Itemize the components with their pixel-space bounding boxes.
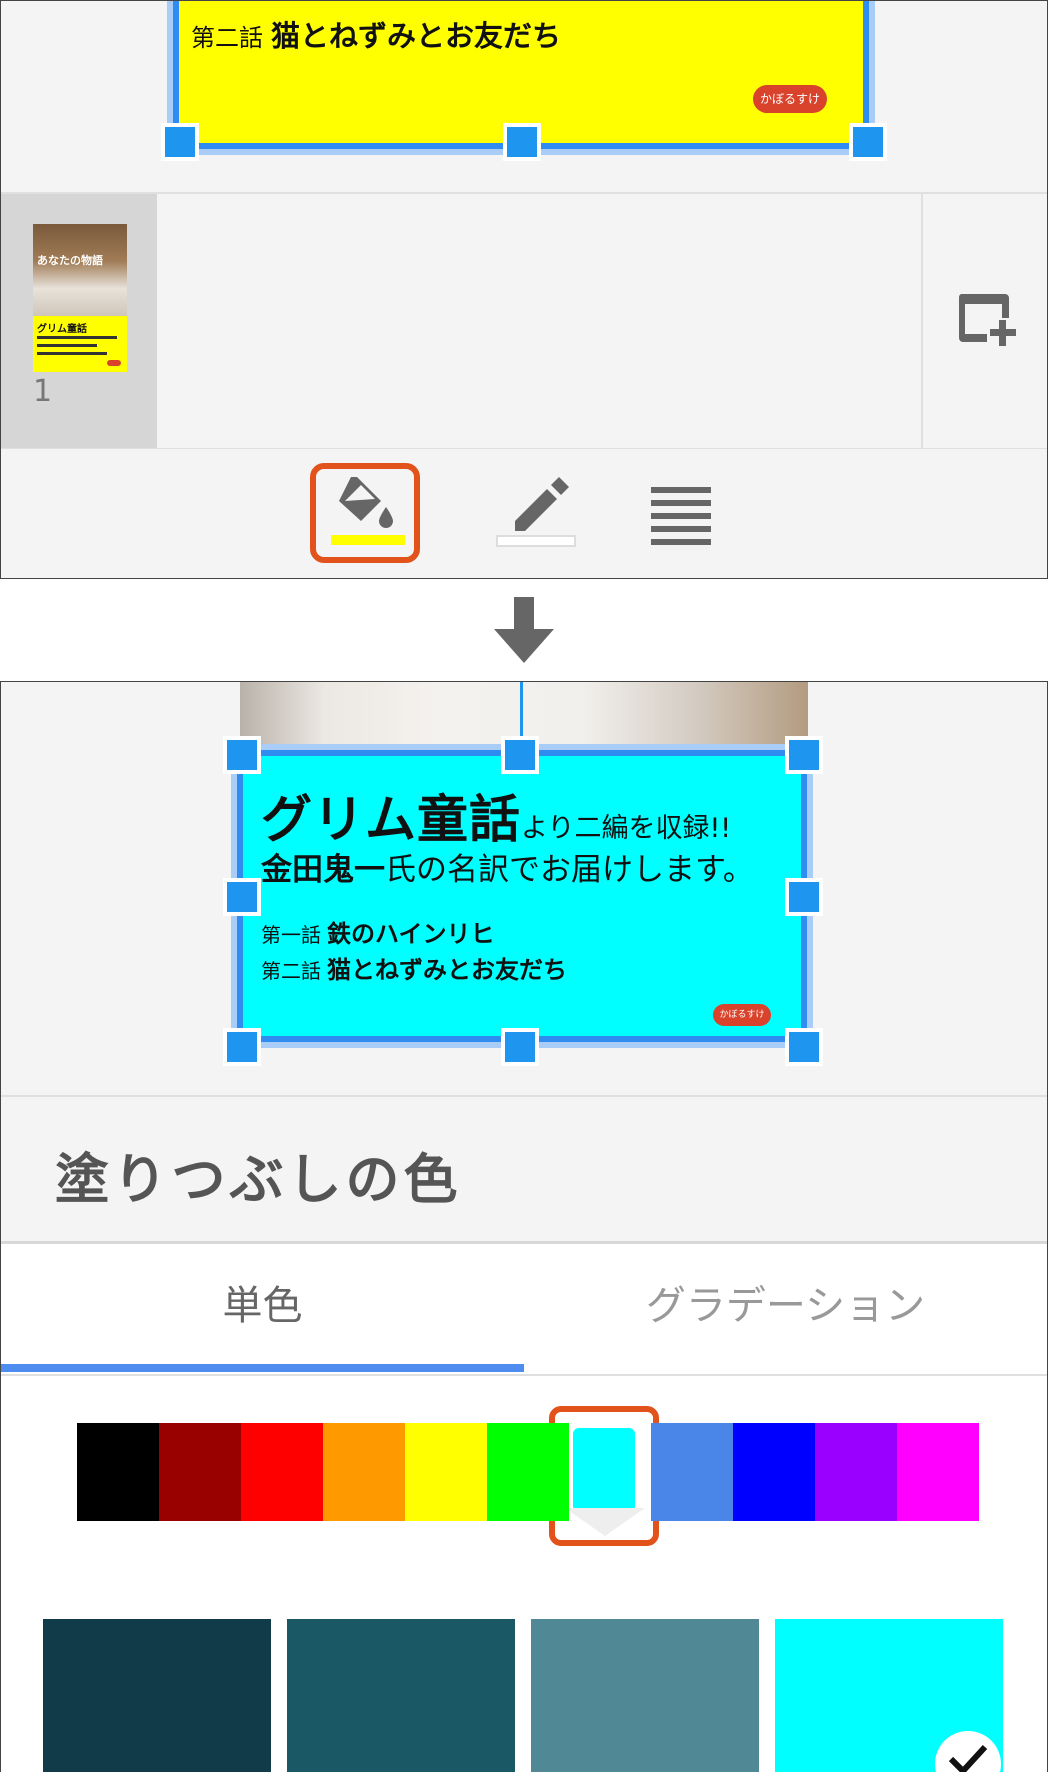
color-shades <box>41 1617 1009 1772</box>
format-toolbar <box>1 449 1047 578</box>
story-title: 鉄のハインリヒ <box>327 920 495 948</box>
slide-thumbnail-column[interactable]: あなたの物語 グリム童話 1 <box>1 194 157 448</box>
color-swatch[interactable] <box>241 1423 323 1521</box>
fill-panel-title: 塗りつぶしの色 <box>55 1148 462 1211</box>
checkmark-icon <box>935 1731 1001 1772</box>
line-color-indicator <box>496 535 576 547</box>
resize-handle-bottom-right[interactable] <box>785 1028 823 1066</box>
resize-handle-top-left[interactable] <box>223 736 261 774</box>
translator-name: 金田鬼一 <box>261 852 385 888</box>
thumbnail-badge <box>107 360 121 366</box>
slide-canvas: 第一話 第二話猫とねずみとお友だち かぼるすけ <box>1 1 1047 194</box>
thumbnail-title: あなたの物語 <box>37 254 103 267</box>
shade-swatch[interactable] <box>285 1617 517 1772</box>
publisher-badge: かぼるすけ <box>713 1004 771 1026</box>
active-tab-indicator <box>1 1364 524 1372</box>
slide-thumbnail[interactable]: あなたの物語 グリム童話 <box>33 224 127 372</box>
arrow-down-icon <box>494 597 554 663</box>
resize-handle-bottom-left[interactable] <box>161 123 199 161</box>
top-screenshot-panel: 第一話 第二話猫とねずみとお友だち かぼるすけ あなたの物語 グリム童話 1 <box>0 0 1048 579</box>
slide-strip: あなたの物語 グリム童話 1 <box>1 194 1047 450</box>
translator-text: 氏の名訳でお届けします。 <box>385 852 754 888</box>
resize-handle-middle-left[interactable] <box>223 878 261 916</box>
thumbnail-photo <box>33 224 127 316</box>
color-swatch[interactable] <box>405 1423 487 1521</box>
color-swatch[interactable] <box>815 1423 897 1521</box>
selected-text-box[interactable]: グリム童話より二編を収録!! 金田鬼一氏の名訳でお届けします。 第一話 鉄のハイン… <box>237 750 807 1042</box>
translator-line: 金田鬼一氏の名訳でお届けします。 <box>261 844 754 889</box>
tab-solid[interactable]: 単色 <box>1 1244 524 1372</box>
line-color-button[interactable] <box>491 465 593 565</box>
shade-swatch[interactable] <box>41 1617 273 1772</box>
publisher-badge: かぼるすけ <box>753 85 827 113</box>
color-swatch[interactable] <box>569 1423 651 1521</box>
resize-handle-top-right[interactable] <box>785 736 823 774</box>
color-palette <box>77 1423 979 1521</box>
fill-type-tabs: 単色 グラデーション <box>1 1244 1047 1376</box>
add-slide-button[interactable] <box>921 194 1047 448</box>
color-swatch[interactable] <box>159 1423 241 1521</box>
headline-suffix: より二編を収録!! <box>521 813 732 844</box>
color-swatch[interactable] <box>651 1423 733 1521</box>
story-number: 第一話 <box>261 923 321 947</box>
thumbnail-subtitle: グリム童話 <box>37 324 87 335</box>
bottom-screenshot-panel: グリム童話より二編を収録!! 金田鬼一氏の名訳でお届けします。 第一話 鉄のハイン… <box>0 681 1048 1772</box>
slide-number: 1 <box>33 374 53 409</box>
color-swatch[interactable] <box>733 1423 815 1521</box>
color-swatch[interactable] <box>897 1423 979 1521</box>
add-slide-icon <box>958 294 1016 346</box>
resize-handle-middle-right[interactable] <box>785 878 823 916</box>
slide-canvas: グリム童話より二編を収録!! 金田鬼一氏の名訳でお届けします。 第一話 鉄のハイン… <box>1 682 1047 1097</box>
fill-panel-header: 塗りつぶしの色 <box>1 1097 1047 1244</box>
story-line-1: 第一話 鉄のハインリヒ <box>261 914 495 949</box>
resize-handle-bottom-left[interactable] <box>223 1028 261 1066</box>
pencil-icon <box>515 477 569 531</box>
text-format-button[interactable] <box>641 465 743 565</box>
headline-main: グリム童話 <box>261 791 522 850</box>
resize-handle-bottom-center[interactable] <box>501 1028 539 1066</box>
story-line-2: 第二話 猫とねずみとお友だち <box>261 950 567 985</box>
shade-swatch[interactable] <box>529 1617 761 1772</box>
story-line-2: 第二話 猫とねずみとお友だち <box>191 13 561 55</box>
resize-handle-bottom-right[interactable] <box>849 123 887 161</box>
shade-swatch[interactable] <box>773 1617 1005 1772</box>
color-swatch[interactable] <box>487 1423 569 1521</box>
color-swatch[interactable] <box>323 1423 405 1521</box>
tab-gradient[interactable]: グラデーション <box>524 1244 1047 1372</box>
resize-handle-bottom-center[interactable] <box>503 123 541 161</box>
resize-handle-top-center[interactable] <box>501 736 539 774</box>
fill-button-highlight <box>310 463 420 563</box>
thumbnail-text-lines <box>37 336 123 360</box>
story-number: 第二話 <box>191 24 263 52</box>
color-swatch[interactable] <box>77 1423 159 1521</box>
text-format-icon <box>651 487 711 545</box>
headline: グリム童話より二編を収録!! <box>261 778 731 852</box>
story-number: 第二話 <box>261 959 321 983</box>
story-title: 猫とねずみとお友だち <box>327 956 567 984</box>
story-title: 猫とねずみとお友だち <box>271 19 562 53</box>
